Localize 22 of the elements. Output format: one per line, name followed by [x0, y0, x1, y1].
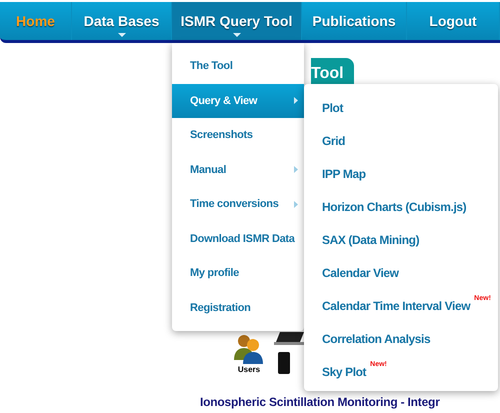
- menu-item[interactable]: The Tool: [172, 49, 304, 84]
- menu-item[interactable]: Query & View: [172, 84, 304, 118]
- menu-item[interactable]: Download ISMR Data: [172, 222, 304, 256]
- nav-link[interactable]: ISMR Query Tool: [172, 2, 302, 40]
- menu-item[interactable]: Manual: [172, 152, 304, 187]
- submenu-item[interactable]: Plot: [304, 89, 498, 122]
- menu-item[interactable]: Time conversions: [172, 187, 304, 222]
- nav-link[interactable]: Publications: [302, 2, 407, 40]
- submenu-item[interactable]: IPP Map: [304, 155, 498, 188]
- page-heading: Ionospheric Scintillation Monitoring - Integr: [200, 394, 440, 411]
- submenu-item[interactable]: Correlation Analysis: [304, 320, 498, 353]
- menu-item[interactable]: My profile: [172, 256, 304, 290]
- menu-item[interactable]: Registration: [172, 290, 304, 325]
- submenu-item[interactable]: Grid: [304, 122, 498, 155]
- submenu-item[interactable]: SAX (Data Mining): [304, 221, 498, 254]
- nav-link[interactable]: Logout: [407, 2, 500, 40]
- submenu-item[interactable]: Horizon Charts (Cubism.js): [304, 188, 498, 221]
- menu-item[interactable]: Screenshots: [172, 118, 304, 152]
- submenu-item[interactable]: Calendar View: [304, 254, 498, 287]
- tool-tab[interactable]: Tool: [311, 58, 354, 86]
- users-icon: [232, 334, 266, 364]
- users-label: Users: [238, 364, 260, 376]
